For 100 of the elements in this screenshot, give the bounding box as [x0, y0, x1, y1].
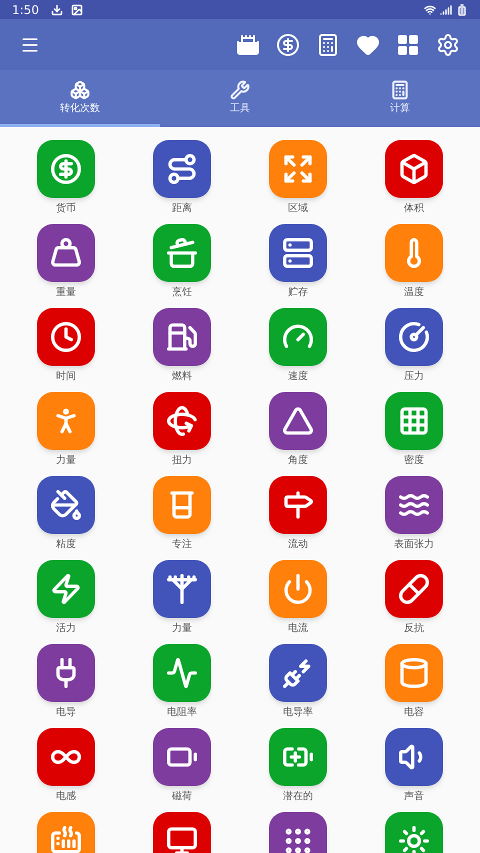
converter-tile[interactable] — [385, 140, 443, 198]
tile-label: 磁荷 — [172, 790, 192, 804]
converter-tile[interactable] — [153, 476, 211, 534]
tile-label: 力量 — [56, 454, 76, 468]
tile-label: 电感 — [56, 790, 76, 804]
settings-button[interactable] — [436, 32, 460, 56]
tile-label: 扭力 — [172, 454, 192, 468]
converter-tile[interactable] — [37, 560, 95, 618]
tile-label: 电容 — [404, 706, 424, 720]
tab[interactable]: 转化次数 — [0, 70, 160, 127]
lightning-icon — [50, 573, 82, 605]
tile-label: 潜在的 — [283, 790, 313, 804]
wrench-icon — [230, 80, 250, 100]
converter-tile[interactable] — [37, 476, 95, 534]
cylinder-icon — [398, 657, 430, 689]
converter-tile[interactable] — [153, 392, 211, 450]
converter-tile[interactable] — [37, 308, 95, 366]
converter-tile[interactable] — [385, 728, 443, 786]
converter-tile[interactable] — [153, 644, 211, 702]
currency-button[interactable] — [276, 32, 300, 56]
server-icon — [282, 237, 314, 269]
tile-label: 烹饪 — [172, 286, 192, 300]
tile-label: 电流 — [288, 622, 308, 636]
signal-icon — [440, 4, 452, 16]
converter-tile[interactable] — [37, 140, 95, 198]
boxes-icon — [70, 80, 90, 100]
capsule-icon — [398, 573, 430, 605]
converter-tile[interactable] — [269, 308, 327, 366]
tile-label: 流动 — [288, 538, 308, 552]
tile-label: 贮存 — [288, 286, 308, 300]
tile-label: 力量 — [172, 622, 192, 636]
tile-label: 时间 — [56, 370, 76, 384]
fuel-pump-icon — [166, 321, 198, 353]
clock-icon — [50, 321, 82, 353]
converter-tile[interactable] — [37, 728, 95, 786]
mosque-button[interactable] — [236, 32, 260, 56]
tile-label: 重量 — [56, 286, 76, 300]
cube-icon — [398, 153, 430, 185]
converter-tile[interactable] — [37, 224, 95, 282]
converter-tile[interactable] — [385, 224, 443, 282]
converter-tile[interactable] — [37, 644, 95, 702]
pressure-gauge-icon — [398, 321, 430, 353]
dollar-coin-icon — [50, 153, 82, 185]
converter-tile[interactable] — [269, 644, 327, 702]
tab[interactable]: 计算 — [320, 70, 480, 127]
add-widget-button[interactable] — [396, 32, 420, 56]
converter-tile[interactable] — [153, 812, 211, 853]
tab[interactable]: 工具 — [160, 70, 320, 127]
expand-arrows-icon — [282, 153, 314, 185]
converter-tile[interactable] — [385, 812, 443, 853]
heater-icon — [50, 825, 82, 853]
image-icon — [70, 4, 83, 16]
tile-label: 活力 — [56, 622, 76, 636]
tile-label: 密度 — [404, 454, 424, 468]
converter-tile[interactable] — [153, 560, 211, 618]
converter-tile[interactable] — [269, 476, 327, 534]
tile-label: 燃料 — [172, 370, 192, 384]
tile-label: 反抗 — [404, 622, 424, 636]
converter-tile[interactable] — [269, 392, 327, 450]
converter-tile[interactable] — [269, 224, 327, 282]
power-icon — [282, 573, 314, 605]
converter-tile[interactable] — [153, 140, 211, 198]
converter-tile[interactable] — [269, 140, 327, 198]
converter-tile[interactable] — [37, 392, 95, 450]
signpost-icon — [282, 489, 314, 521]
converter-tile[interactable] — [37, 812, 95, 853]
converter-tile[interactable] — [269, 560, 327, 618]
converter-tile[interactable] — [153, 224, 211, 282]
waveform-icon — [166, 657, 198, 689]
tile-label: 声音 — [404, 790, 424, 804]
battery-icon — [456, 4, 468, 16]
converter-tile[interactable] — [269, 728, 327, 786]
download-icon — [50, 4, 63, 16]
lattice-icon — [398, 405, 430, 437]
calculator-button[interactable] — [316, 32, 340, 56]
tile-label: 表面张力 — [394, 538, 434, 552]
converter-tile[interactable] — [385, 476, 443, 534]
sun-icon — [398, 825, 430, 853]
tile-label: 电导 — [56, 706, 76, 720]
tile-label: 专注 — [172, 538, 192, 552]
tile-label: 粘度 — [56, 538, 76, 552]
tile-label: 速度 — [288, 370, 308, 384]
monitor-icon — [166, 825, 198, 853]
tile-label: 货币 — [56, 202, 76, 216]
converter-tile[interactable] — [269, 812, 327, 853]
converter-tile[interactable] — [153, 728, 211, 786]
wifi-icon — [424, 4, 436, 16]
status-time: 1:50 — [12, 4, 39, 16]
converter-tile[interactable] — [385, 308, 443, 366]
tile-label: 距离 — [172, 202, 192, 216]
tile-label: 电阻率 — [167, 706, 197, 720]
tile-label: 区域 — [288, 202, 308, 216]
cooking-pot-icon — [166, 237, 198, 269]
converter-tile[interactable] — [385, 644, 443, 702]
converter-tile[interactable] — [385, 392, 443, 450]
paint-bucket-icon — [50, 489, 82, 521]
converter-tile[interactable] — [153, 308, 211, 366]
triangle-icon — [282, 405, 314, 437]
converter-tile[interactable] — [385, 560, 443, 618]
rotate-cube-icon — [166, 405, 198, 437]
